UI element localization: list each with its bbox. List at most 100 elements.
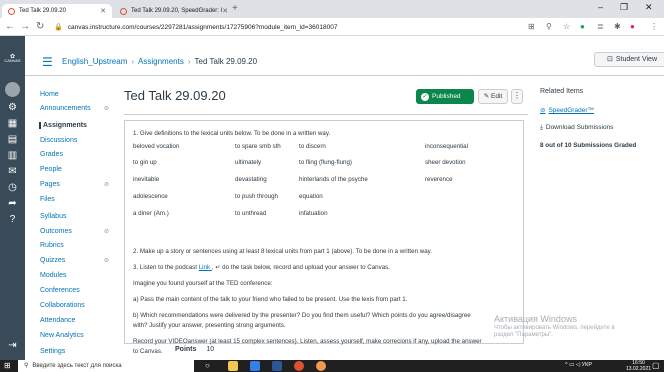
record-instruction-text: Record your VIDEOanswer (at least 15 com… xyxy=(133,338,482,345)
speedgrader-link[interactable]: ⊘ SpeedGrader™ xyxy=(540,106,594,114)
watermark-title: Активация Windows xyxy=(494,314,577,324)
dashboard-icon[interactable]: ▦ xyxy=(5,116,20,131)
vocab-item: infatuation xyxy=(299,210,328,217)
course-nav-item[interactable]: Assignments xyxy=(39,122,87,129)
related-items-heading: Related Items xyxy=(540,88,584,95)
extensions-puzzle-icon[interactable]: ✱ xyxy=(614,22,621,31)
browser-tab[interactable]: Ted Talk 29.09.20, SpeedGrader: I ✕ xyxy=(114,4,228,18)
volume-icon[interactable]: ◁ xyxy=(576,362,580,368)
notifications-icon[interactable]: ▢ xyxy=(652,361,660,370)
course-nav-item[interactable]: Grades xyxy=(40,151,63,158)
commons-icon[interactable]: ➦ xyxy=(5,196,20,211)
close-tab-icon[interactable]: ✕ xyxy=(222,7,228,15)
hidden-eye-icon: ⊘ xyxy=(104,258,110,264)
vocab-item: adolescence xyxy=(133,193,168,200)
chrome-menu-icon[interactable]: ⋮ xyxy=(650,22,658,31)
course-nav-item[interactable]: Discussions xyxy=(40,137,77,144)
hamburger-menu-icon[interactable]: ☰ xyxy=(42,55,53,69)
calendar-icon[interactable]: ▥ xyxy=(5,148,20,163)
browser-tab[interactable]: Ted Talk 29.09.20 ✕ xyxy=(2,4,112,18)
zoom-icon[interactable]: ⚲ xyxy=(546,22,552,31)
record-instruction-text-cont: to Canvas. xyxy=(133,348,163,355)
language-indicator[interactable]: УКР xyxy=(582,362,592,368)
close-window-icon[interactable]: ✕ xyxy=(645,2,653,13)
course-nav-item[interactable]: Quizzes xyxy=(40,257,65,264)
help-icon[interactable]: ? xyxy=(5,212,20,227)
breadcrumb: English_Upstream › Assignments › Ted Talk 29… xyxy=(62,57,257,66)
course-nav-item[interactable]: Rubrics xyxy=(40,242,64,249)
lock-icon: 🔒 xyxy=(54,24,63,31)
vocab-item: inconsequential xyxy=(425,143,469,150)
breadcrumb-course[interactable]: English_Upstream xyxy=(62,57,127,66)
network-icon[interactable]: ▭ xyxy=(569,362,574,368)
published-button[interactable]: ✓ Published xyxy=(416,89,474,104)
course-nav-item[interactable]: Pages xyxy=(40,181,60,188)
course-nav-item[interactable]: Collaborations xyxy=(40,302,85,309)
admin-icon[interactable]: ⚙ xyxy=(5,100,20,115)
speedgrader-icon: ⊘ xyxy=(540,107,546,114)
canvas-favicon-icon xyxy=(8,7,15,15)
account-avatar-icon[interactable] xyxy=(5,82,20,97)
translate-icon[interactable]: ⊞ xyxy=(528,22,535,31)
task-3-suffix: , ↵ do the task below, record and upload… xyxy=(211,264,390,271)
windows-taskbar: ⊞ ⚲ Введите здесь текст для поиска ○ ^ ▭ … xyxy=(0,360,664,372)
course-nav-item[interactable]: Announcements xyxy=(40,105,91,112)
vocab-item: to spare smb sth xyxy=(235,143,281,150)
course-nav-item[interactable]: Attendance xyxy=(40,317,75,324)
course-nav-item[interactable]: Syllabus xyxy=(40,213,66,220)
system-tray: ^ ▭ ◁ УКР xyxy=(565,362,592,368)
forward-icon[interactable]: → xyxy=(20,21,30,32)
bookmark-star-icon[interactable]: ☆ xyxy=(563,22,570,31)
maximize-icon[interactable]: ❐ xyxy=(620,2,628,13)
inbox-icon[interactable]: ✉ xyxy=(5,164,20,179)
tab-title: Ted Talk 29.09.20, SpeedGrader: I xyxy=(131,8,223,14)
cortana-icon[interactable]: ○ xyxy=(205,361,215,371)
opera-icon[interactable] xyxy=(316,361,326,371)
url-text: canvas.instructure.com/courses/2297281/a… xyxy=(67,23,338,31)
breadcrumb-assignments[interactable]: Assignments xyxy=(138,57,184,66)
course-nav-item[interactable]: Modules xyxy=(40,272,66,279)
edit-button[interactable]: ✎ Edit xyxy=(478,89,508,104)
vocab-item: to unthread xyxy=(235,210,267,217)
hidden-eye-icon: ⊘ xyxy=(104,106,110,112)
tray-arrow-icon[interactable]: ^ xyxy=(565,362,568,368)
edit-label: Edit xyxy=(491,93,503,100)
history-icon[interactable]: ◷ xyxy=(5,180,20,195)
course-nav-item[interactable]: Outcomes xyxy=(40,228,72,235)
vocab-item: beloved vocation xyxy=(133,143,180,150)
course-nav-item[interactable]: Settings xyxy=(40,348,65,355)
check-icon: ✓ xyxy=(421,93,429,101)
taskbar-search-field[interactable]: ⚲ Введите здесь текст для поиска xyxy=(18,360,194,372)
podcast-link[interactable]: Link xyxy=(199,264,212,271)
word-icon[interactable] xyxy=(272,361,282,371)
extension-icon[interactable]: ● xyxy=(580,22,585,31)
course-nav-item[interactable]: Conferences xyxy=(40,287,80,294)
profile-avatar-icon[interactable]: ● xyxy=(630,22,635,31)
courses-icon[interactable]: ▤ xyxy=(5,132,20,147)
file-explorer-icon[interactable] xyxy=(228,361,238,371)
course-nav-item[interactable]: Home xyxy=(40,91,59,98)
url-field[interactable]: 🔒 canvas.instructure.com/courses/2297281… xyxy=(54,20,524,34)
reading-list-icon[interactable]: ≣ xyxy=(597,22,604,31)
minimize-icon[interactable]: – xyxy=(598,2,603,12)
course-nav-item[interactable]: People xyxy=(40,166,62,173)
back-icon[interactable]: ← xyxy=(5,21,15,32)
taskbar-clock[interactable]: 16:50 13.02.2021 xyxy=(626,360,651,372)
windows-start-icon[interactable]: ⊞ xyxy=(4,361,11,370)
course-nav-item[interactable]: Files xyxy=(40,196,55,203)
new-tab-icon[interactable]: + xyxy=(232,3,238,14)
reload-icon[interactable]: ↻ xyxy=(36,21,44,32)
app-icon[interactable] xyxy=(294,361,304,371)
clock-date: 13.02.2021 xyxy=(626,366,652,372)
collapse-nav-icon[interactable]: ⇥ xyxy=(5,338,20,353)
more-options-button[interactable]: ⋮ xyxy=(511,89,523,104)
vocab-item: ultimately xyxy=(235,159,262,166)
vocab-item: inevitable xyxy=(133,176,160,183)
close-tab-icon[interactable]: ✕ xyxy=(100,7,106,15)
course-nav-item[interactable]: New Analytics xyxy=(40,332,84,339)
student-view-button[interactable]: ⊡ Student View xyxy=(594,52,664,67)
graded-count: 8 out of 10 Submissions Graded xyxy=(540,142,637,149)
search-icon: ⚲ xyxy=(24,363,29,369)
download-submissions-link[interactable]: ⤓ Download Submissions xyxy=(540,124,613,132)
chrome-taskbar-icon[interactable] xyxy=(250,361,260,371)
